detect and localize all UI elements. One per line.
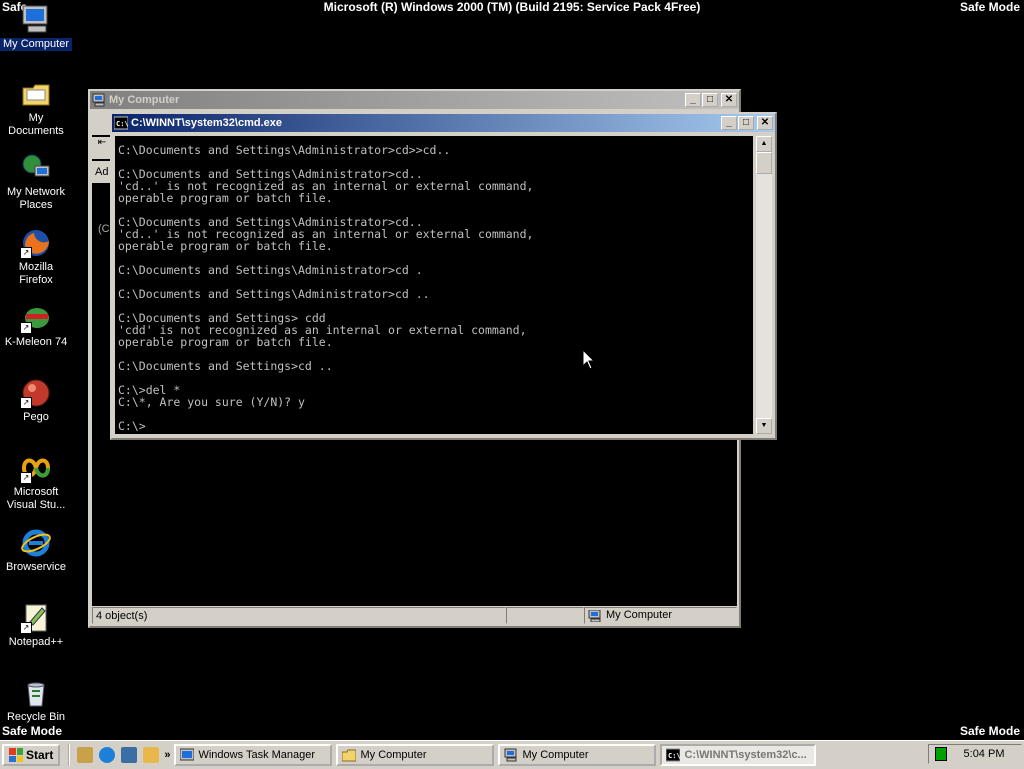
shortcut-arrow-icon: ↗ xyxy=(20,322,32,334)
taskbar-button-label: My Computer xyxy=(360,749,427,761)
shortcut-arrow-icon: ↗ xyxy=(20,397,32,409)
vertical-scrollbar[interactable]: ▲ ▼ xyxy=(756,136,772,434)
os-build-banner: Microsoft (R) Windows 2000 (TM) (Build 2… xyxy=(323,0,701,14)
minimize-button[interactable]: _ xyxy=(685,93,701,107)
desktop-icon-label: Microsoft Visual Stu... xyxy=(6,486,66,511)
taskbar-button-my-computer-1[interactable]: My Computer xyxy=(336,744,495,766)
internet-explorer-icon xyxy=(20,527,52,559)
cmd-icon: C:\ xyxy=(113,116,129,130)
safe-mode-label-bottom-left: Safe Mode xyxy=(2,724,63,738)
internet-explorer-icon[interactable] xyxy=(99,747,116,763)
quick-launch-more-icon[interactable]: » xyxy=(164,749,170,761)
taskbar-button-label: My Computer xyxy=(522,749,589,761)
status-empty-cell xyxy=(506,607,584,624)
visual-studio-icon: ↗ xyxy=(20,452,52,484)
desktop-icon-network-places[interactable]: My Network Places xyxy=(0,152,72,212)
recycle-bin-icon xyxy=(20,677,52,709)
shortcut-arrow-icon: ↗ xyxy=(20,247,32,259)
taskbar-button-cmd[interactable]: C:\ C:\WINNT\system32\c... xyxy=(660,744,817,766)
desktop-icon-recycle-bin[interactable]: Recycle Bin xyxy=(0,677,72,724)
taskbar: Start » Windows Task Manager My Computer… xyxy=(0,740,1024,769)
desktop-icon-label: K-Meleon 74 xyxy=(4,336,68,348)
system-tray: 5:04 PM xyxy=(928,744,1022,764)
desktop-icon-visual-studio[interactable]: ↗ Microsoft Visual Stu... xyxy=(0,452,72,512)
taskbar-button-my-computer-2[interactable]: My Computer xyxy=(498,744,657,766)
maximize-button[interactable]: □ xyxy=(738,116,754,130)
my-computer-titlebar[interactable]: My Computer _ □ ✕ xyxy=(90,91,739,109)
cmd-icon: C:\ xyxy=(665,748,681,762)
scroll-up-button[interactable]: ▲ xyxy=(756,136,772,152)
clock[interactable]: 5:04 PM xyxy=(947,748,1021,760)
desktop-icon-pego[interactable]: ↗ Pego xyxy=(0,377,72,424)
close-button[interactable]: ✕ xyxy=(757,116,773,130)
windows-logo-icon xyxy=(9,748,23,762)
my-computer-icon xyxy=(20,4,52,36)
desktop-icon-k-meleon[interactable]: ↗ K-Meleon 74 xyxy=(0,302,72,349)
desktop-icon-firefox[interactable]: ↗ Mozilla Firefox xyxy=(0,227,72,287)
toolbar-fragment[interactable]: ⇤ xyxy=(92,137,112,159)
outlook-express-icon[interactable] xyxy=(121,747,138,763)
desktop-icon-label: Mozilla Firefox xyxy=(18,261,54,286)
taskbar-button-label: Windows Task Manager xyxy=(198,749,316,761)
menu-bar-fragment xyxy=(92,113,112,135)
my-computer-icon xyxy=(588,609,602,622)
desktop-icon-browservice[interactable]: Browservice xyxy=(0,527,72,574)
quick-launch: » xyxy=(68,744,170,766)
console-output-area[interactable]: C:\Documents and Settings\Administrator>… xyxy=(115,136,753,434)
drive-label-fragment: (C xyxy=(98,223,110,235)
maximize-button[interactable]: □ xyxy=(702,93,718,107)
desktop-icon-label: Browservice xyxy=(6,561,66,573)
start-label: Start xyxy=(26,748,54,762)
scroll-thumb[interactable] xyxy=(756,152,772,174)
desktop-icon-label: My Documents xyxy=(8,112,64,137)
cmd-titlebar[interactable]: C:\ C:\WINNT\system32\cmd.exe _ □ ✕ xyxy=(112,114,775,132)
desktop-icon-my-documents[interactable]: My Documents xyxy=(0,78,72,138)
show-desktop-icon[interactable] xyxy=(77,747,94,763)
k-meleon-icon: ↗ xyxy=(20,302,52,334)
desktop-icon-notepad-plus-plus[interactable]: ↗ Notepad++ xyxy=(0,602,72,649)
desktop-icon-my-computer[interactable]: My Computer xyxy=(0,4,72,51)
status-location-label: My Computer xyxy=(606,609,673,621)
folder-icon xyxy=(20,78,52,110)
desktop-icon-label: Notepad++ xyxy=(8,636,64,648)
explorer-icon[interactable] xyxy=(143,747,160,763)
shortcut-arrow-icon: ↗ xyxy=(20,622,32,634)
minimize-button[interactable]: _ xyxy=(721,116,737,130)
desktop-icon-label: Recycle Bin xyxy=(6,711,66,723)
cmd-window[interactable]: C:\ C:\WINNT\system32\cmd.exe _ □ ✕ C:\D… xyxy=(110,112,777,440)
notepad-plus-plus-icon: ↗ xyxy=(20,602,52,634)
network-places-icon xyxy=(20,152,52,184)
my-computer-icon xyxy=(92,93,106,107)
window-title: My Computer xyxy=(109,94,180,106)
close-button[interactable]: ✕ xyxy=(721,93,737,107)
start-button[interactable]: Start xyxy=(2,744,61,766)
mouse-cursor-icon xyxy=(582,348,596,373)
scroll-down-button[interactable]: ▼ xyxy=(756,418,772,434)
desktop-icon-label: Pego xyxy=(23,411,49,423)
svg-text:C:\: C:\ xyxy=(668,752,680,760)
desktop-icon-label: My Computer xyxy=(0,38,72,51)
safe-mode-label-top-right: Safe Mode xyxy=(959,0,1020,14)
task-manager-icon xyxy=(179,748,195,762)
taskbar-button-label: C:\WINNT\system32\c... xyxy=(684,749,807,761)
desktop-icon-label: My Network Places xyxy=(6,186,66,211)
firefox-icon: ↗ xyxy=(20,227,52,259)
pego-icon: ↗ xyxy=(20,377,52,409)
folder-icon xyxy=(341,748,357,762)
taskbar-button-task-manager[interactable]: Windows Task Manager xyxy=(174,744,333,766)
shortcut-arrow-icon: ↗ xyxy=(20,472,32,484)
my-computer-icon xyxy=(504,748,518,762)
console-output: C:\Documents and Settings\Administrator>… xyxy=(118,143,534,433)
safe-mode-label-bottom-right: Safe Mode xyxy=(959,724,1020,738)
status-object-count: 4 object(s) xyxy=(92,607,506,624)
status-bar: 4 object(s) My Computer xyxy=(92,607,737,626)
battery-icon[interactable] xyxy=(935,747,947,761)
status-location: My Computer xyxy=(584,607,737,624)
window-title: C:\WINNT\system32\cmd.exe xyxy=(131,117,282,129)
svg-text:C:\: C:\ xyxy=(116,120,128,128)
